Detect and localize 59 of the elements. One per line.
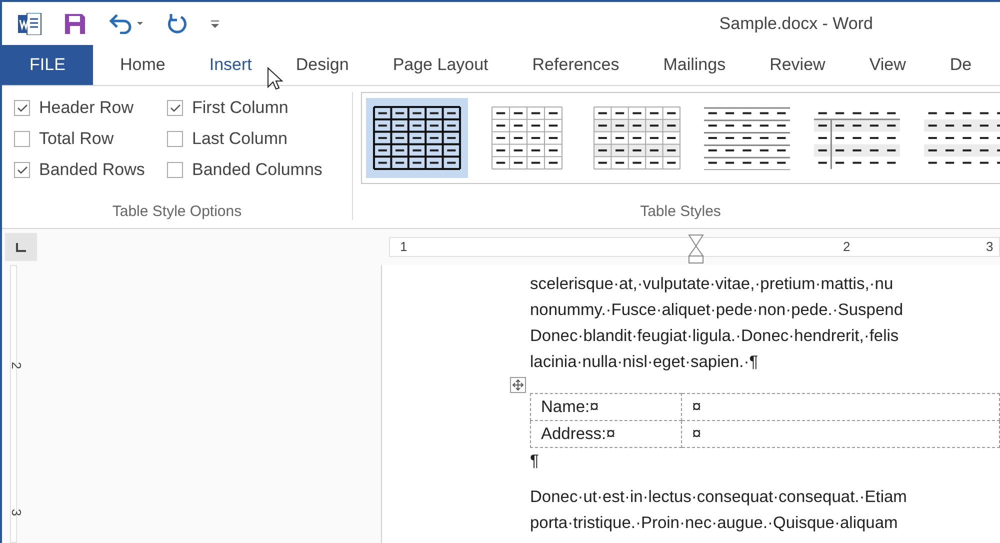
table-style-icon <box>373 106 461 170</box>
window-title: Sample.docx - Word <box>719 14 873 34</box>
ribbon-tab[interactable]: References <box>510 45 642 85</box>
ruler-number: 2 <box>9 362 24 370</box>
customize-toolbar-icon[interactable] <box>210 18 220 28</box>
checkbox[interactable] <box>14 100 30 116</box>
check-icon <box>170 104 180 112</box>
table-style-icon <box>593 106 681 170</box>
ribbon-tab[interactable]: Home <box>98 45 188 85</box>
paragraph-mark: ¶ <box>530 451 540 472</box>
option-label: Header Row <box>39 98 134 118</box>
table-style-icon <box>491 106 563 170</box>
option-label: Banded Rows <box>39 160 145 180</box>
ribbon-tab[interactable]: Insert <box>187 45 274 85</box>
checkbox[interactable] <box>167 100 183 116</box>
file-tab[interactable]: FILE <box>2 45 93 85</box>
left-tab-icon <box>16 242 26 252</box>
undo-icon[interactable] <box>108 14 144 34</box>
group-label: Table Style Options <box>112 203 242 220</box>
table-cell: Address:¤ <box>530 420 682 448</box>
ribbon-tab[interactable]: De <box>928 45 994 85</box>
text-line: porta·tristique.·Proin·nec·augue.·Quisque·aliquam <box>530 513 899 534</box>
ruler-number: 2 <box>843 238 850 256</box>
option-label: Last Column <box>192 129 288 149</box>
ruler-number: 3 <box>9 508 24 516</box>
word-icon[interactable] <box>18 12 42 34</box>
table-style-option[interactable] <box>366 98 468 178</box>
option-label: First Column <box>192 98 288 118</box>
text-line: scelerisque·at,·vulputate·vitae,·pretium·mattis,·nu <box>530 274 894 295</box>
ribbon-tab[interactable]: Review <box>748 45 848 85</box>
ribbon-tab[interactable]: Design <box>274 45 371 85</box>
table-style-icon <box>703 106 791 170</box>
indent-marker-icon[interactable] <box>688 234 704 264</box>
check-icon <box>16 104 28 112</box>
table-move-handle-icon[interactable] <box>510 377 526 393</box>
checkbox[interactable] <box>167 162 183 178</box>
checkbox[interactable] <box>14 131 30 147</box>
table-cell: ¤ <box>682 394 1000 420</box>
text-line: Donec·blandit·feugiat·ligula.·Donec·hendrerit,·felis <box>530 326 900 347</box>
text-line: Donec·ut·est·in·lectus·consequat·consequat.·Etiam <box>530 487 908 508</box>
ribbon-tab[interactable]: Mailings <box>641 45 748 85</box>
checkbox[interactable] <box>14 162 30 178</box>
group-label: Table Styles <box>640 203 721 220</box>
table-cell: Name:¤ <box>530 394 682 420</box>
checkbox[interactable] <box>167 131 183 147</box>
check-icon <box>16 166 28 174</box>
cursor-icon <box>267 67 283 91</box>
ribbon-tab[interactable]: Page Layout <box>370 45 510 85</box>
text-line: lacinia·nulla·nisl·eget·sapien.·¶ <box>530 352 760 373</box>
text-line: nonummy.·Fusce·aliquet·pede·non·pede.·Suspend <box>530 300 904 321</box>
tab-selector-button[interactable] <box>5 233 37 261</box>
ruler-number: 1 <box>400 238 408 256</box>
table-cell: ¤ <box>682 420 1000 448</box>
option-label: Total Row <box>39 129 114 149</box>
redo-icon[interactable] <box>166 12 188 34</box>
ribbon-tab[interactable]: View <box>847 45 928 85</box>
ruler-number: 3 <box>986 238 994 256</box>
save-icon[interactable] <box>64 12 86 34</box>
option-label: Banded Columns <box>192 160 322 180</box>
